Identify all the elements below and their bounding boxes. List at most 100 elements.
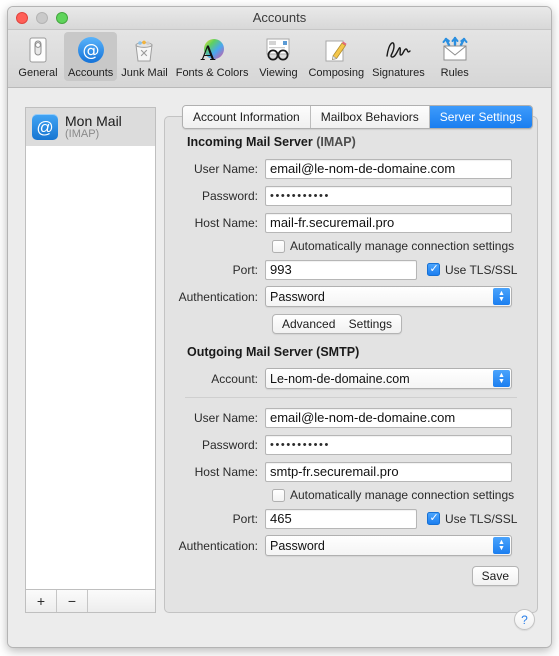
- incoming-tls-checkbox[interactable]: [427, 262, 440, 276]
- outgoing-password-input[interactable]: •••••••••••: [265, 434, 512, 455]
- outgoing-username-label: User Name:: [193, 410, 258, 425]
- signature-icon: [372, 34, 425, 66]
- tab-account-information[interactable]: Account Information: [183, 106, 311, 128]
- list-item[interactable]: @ Mon Mail (IMAP): [26, 108, 155, 146]
- outgoing-auto-manage-row[interactable]: Automatically manage connection settings: [165, 488, 537, 502]
- outgoing-username-row: User Name: email@le-nom-de-domaine.com: [165, 407, 537, 428]
- outgoing-section-heading: Outgoing Mail Server (SMTP): [187, 345, 360, 359]
- toolbar-label: General: [18, 67, 58, 79]
- incoming-hostname-input[interactable]: mail-fr.securemail.pro: [265, 212, 512, 233]
- help-button[interactable]: ?: [514, 609, 535, 630]
- incoming-heading-protocol: (IMAP): [316, 135, 356, 149]
- title-bar: Accounts: [8, 7, 551, 30]
- toolbar-item-rules[interactable]: Rules: [429, 32, 481, 81]
- outgoing-port-label: Port:: [232, 511, 258, 526]
- incoming-heading-text: Incoming Mail Server: [187, 135, 313, 149]
- chevron-updown-icon: ▲ ▼: [493, 537, 510, 554]
- preferences-toolbar: General @ Accounts ✕ Junk Mail A Fonts &…: [8, 30, 551, 88]
- toolbar-item-junk-mail[interactable]: ✕ Junk Mail: [117, 32, 171, 81]
- tab-server-settings[interactable]: Server Settings: [429, 106, 532, 128]
- incoming-username-label: User Name:: [193, 161, 258, 176]
- toolbar-item-composing[interactable]: Composing: [304, 32, 368, 81]
- accounts-at-icon: @: [68, 34, 113, 66]
- incoming-authentication-row: Authentication: Password ▲ ▼: [165, 286, 537, 307]
- incoming-password-label: Password:: [201, 188, 258, 203]
- incoming-hostname-label: Host Name:: [194, 215, 258, 230]
- outgoing-tls-checkbox[interactable]: [427, 511, 440, 525]
- incoming-auto-manage-row[interactable]: Automatically manage connection settings: [165, 239, 537, 253]
- save-row: Save: [165, 566, 537, 586]
- outgoing-auto-manage-checkbox[interactable]: [272, 488, 285, 502]
- account-name: Mon Mail: [65, 113, 122, 129]
- toolbar-item-accounts[interactable]: @ Accounts: [64, 32, 118, 81]
- advanced-settings-button[interactable]: Advanced Settings: [272, 313, 402, 334]
- outgoing-hostname-label: Host Name:: [194, 464, 258, 479]
- incoming-section-heading: Incoming Mail Server (IMAP): [187, 135, 537, 149]
- tab-bar: Account Information Mailbox Behaviors Se…: [182, 105, 533, 129]
- fonts-colors-icon: A: [176, 34, 249, 66]
- outgoing-hostname-row: Host Name: smtp-fr.securemail.pro: [165, 461, 537, 482]
- toolbar-item-general[interactable]: General: [12, 32, 64, 81]
- preferences-window: Accounts General @ Accounts ✕ Junk Mail …: [7, 6, 552, 648]
- preferences-content: @ Mon Mail (IMAP) + − Account Informatio…: [8, 88, 551, 647]
- incoming-tls-label: Use TLS/SSL: [445, 262, 518, 277]
- outgoing-authentication-label: Authentication:: [178, 538, 258, 553]
- incoming-authentication-select[interactable]: Password ▲ ▼: [265, 286, 512, 307]
- toolbar-label: Fonts & Colors: [175, 67, 249, 79]
- svg-text:✕: ✕: [140, 47, 149, 60]
- account-names: Mon Mail (IMAP): [65, 114, 122, 140]
- toolbar-item-viewing[interactable]: Viewing: [252, 32, 304, 81]
- incoming-auto-manage-label: Automatically manage connection settings: [290, 239, 515, 253]
- chevron-updown-icon: ▲ ▼: [493, 370, 510, 387]
- remove-account-button[interactable]: −: [57, 590, 88, 612]
- toolbar-label: Composing: [308, 67, 365, 79]
- outgoing-password-row: Password: •••••••••••: [165, 434, 537, 455]
- incoming-password-input[interactable]: •••••••••••: [265, 185, 512, 206]
- list-button-spacer: [88, 590, 155, 612]
- outgoing-authentication-select[interactable]: Password ▲ ▼: [265, 535, 512, 556]
- settings-tab-box: Account Information Mailbox Behaviors Se…: [164, 105, 538, 613]
- account-type: (IMAP): [65, 127, 100, 140]
- outgoing-authentication-value: Password: [270, 538, 325, 553]
- incoming-port-input[interactable]: 993: [265, 259, 417, 280]
- window-title: Accounts: [252, 10, 307, 25]
- toolbar-item-signatures[interactable]: Signatures: [368, 32, 429, 81]
- accounts-list-buttons: + −: [25, 590, 156, 613]
- smtp-divider: [185, 397, 517, 398]
- outgoing-password-value: •••••••••••: [270, 438, 330, 451]
- incoming-port-row: Port: 993 Use TLS/SSL: [165, 259, 537, 280]
- svg-text:@: @: [82, 41, 99, 61]
- incoming-password-row: Password: •••••••••••: [165, 185, 537, 206]
- incoming-hostname-row: Host Name: mail-fr.securemail.pro: [165, 212, 537, 233]
- rules-envelope-icon: [433, 34, 477, 66]
- svg-text:A: A: [200, 41, 216, 64]
- add-account-button[interactable]: +: [26, 590, 57, 612]
- toolbar-item-fonts-colors[interactable]: A Fonts & Colors: [172, 32, 253, 81]
- outgoing-username-input[interactable]: email@le-nom-de-domaine.com: [265, 407, 512, 428]
- toolbar-label: Junk Mail: [121, 67, 168, 79]
- outgoing-port-row: Port: 465 Use TLS/SSL: [165, 508, 537, 529]
- toolbar-label: Accounts: [68, 67, 114, 79]
- outgoing-hostname-input[interactable]: smtp-fr.securemail.pro: [265, 461, 512, 482]
- incoming-port-label: Port:: [232, 262, 258, 277]
- composing-pencil-icon: [308, 34, 364, 66]
- incoming-username-input[interactable]: email@le-nom-de-domaine.com: [265, 158, 512, 179]
- account-at-icon: @: [32, 114, 58, 140]
- incoming-auto-manage-checkbox[interactable]: [272, 239, 285, 253]
- outgoing-tls-label: Use TLS/SSL: [445, 511, 518, 526]
- toolbar-label: Signatures: [372, 67, 425, 79]
- accounts-list[interactable]: @ Mon Mail (IMAP): [25, 107, 156, 590]
- tab-mailbox-behaviors[interactable]: Mailbox Behaviors: [310, 106, 430, 128]
- toolbar-label: Rules: [440, 67, 469, 79]
- outgoing-account-label: Account:: [211, 371, 258, 386]
- outgoing-port-input[interactable]: 465: [265, 508, 417, 529]
- outgoing-auto-manage-label: Automatically manage connection settings: [290, 488, 515, 502]
- outgoing-account-select[interactable]: Le-nom-de-domaine.com ▲ ▼: [265, 368, 512, 389]
- save-button[interactable]: Save: [471, 566, 519, 586]
- chevron-updown-icon: ▲ ▼: [493, 288, 510, 305]
- server-settings-form: Incoming Mail Server (IMAP) User Name: e…: [165, 135, 537, 586]
- advanced-label: Advanced: [282, 316, 336, 331]
- incoming-password-value: •••••••••••: [270, 189, 330, 202]
- outgoing-authentication-row: Authentication: Password ▲ ▼: [165, 535, 537, 556]
- viewing-glasses-icon: [256, 34, 300, 66]
